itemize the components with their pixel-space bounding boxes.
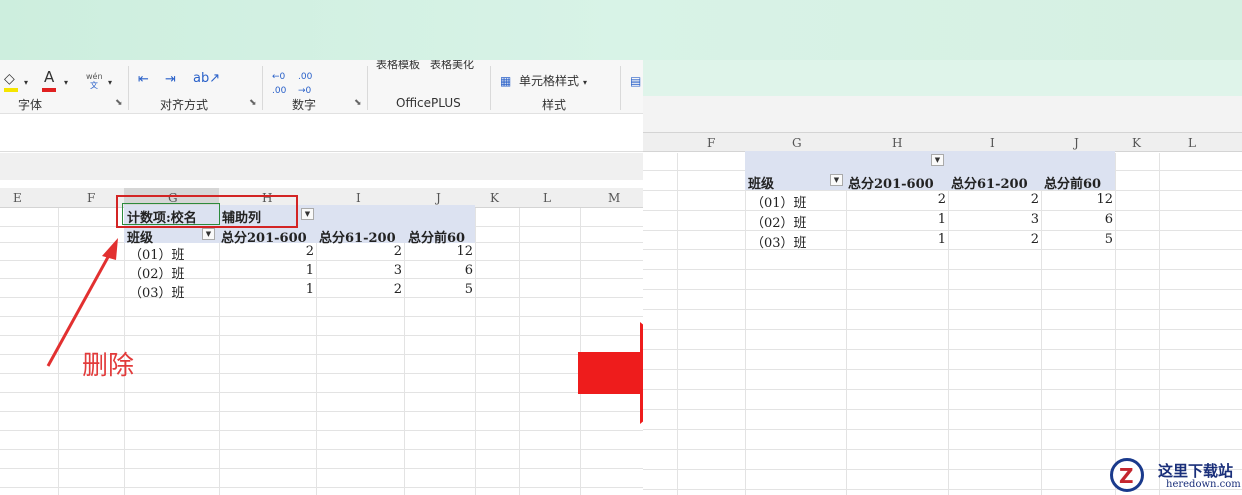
pivot-row-label[interactable]: （01）班 [751, 192, 807, 211]
column-header-i[interactable]: I [990, 136, 995, 150]
pivot-cell[interactable]: 12 [1041, 192, 1113, 207]
column-header-row: F G H I J K L [643, 132, 1242, 152]
pivot-row-label[interactable]: （02）班 [751, 212, 807, 231]
pivot-cell[interactable]: 5 [1041, 232, 1113, 247]
pivot-cell[interactable]: 1 [846, 232, 946, 247]
column-header-g[interactable]: G [792, 136, 802, 150]
column-header-l[interactable]: L [1188, 136, 1196, 150]
toolbar-strip [643, 96, 1242, 132]
site-watermark: Z 这里下载站 heredown.com [1108, 455, 1242, 495]
column-header-h[interactable]: H [892, 136, 902, 150]
watermark-title: 这里下载站 [1158, 462, 1234, 480]
pivot-col-header: 总分61-200 [951, 177, 1028, 192]
pivot-header-band [745, 151, 1115, 171]
delete-annotation: 删除 [82, 351, 135, 381]
pivot-cell[interactable]: 3 [948, 212, 1039, 227]
pivot-cell[interactable]: 6 [1041, 212, 1113, 227]
pivot-col-header: 总分前60 [1044, 177, 1102, 192]
filter-dropdown-icon[interactable]: ▼ [931, 154, 944, 166]
after-screenshot: F G H I J K L ▼ 班级 ▼ 总分201-600 总分61-200 … [643, 96, 1242, 495]
pivot-cell[interactable]: 2 [948, 192, 1039, 207]
pivot-cell[interactable]: 2 [948, 232, 1039, 247]
watermark-subtitle: heredown.com [1166, 479, 1241, 490]
annotation-arrow [46, 238, 118, 367]
top-banner [0, 0, 1242, 60]
column-header-j[interactable]: J [1074, 136, 1079, 150]
pivot-cell[interactable]: 1 [846, 212, 946, 227]
pivot-row-header: 班级 [748, 177, 775, 192]
filter-dropdown-icon[interactable]: ▼ [830, 174, 843, 186]
before-screenshot: ◇ ▾ A ▾ wén 文 ▾ 字体 ⬊ ⇤ ⇥ ab↗ 对齐方式 ⬊ ←0.0… [0, 60, 643, 495]
pivot-cell[interactable]: 2 [846, 192, 946, 207]
site-logo-icon: Z [1110, 458, 1144, 492]
column-header-f[interactable]: F [707, 136, 715, 150]
pivot-row-label[interactable]: （03）班 [751, 232, 807, 251]
pivot-col-header: 总分201-600 [848, 177, 934, 192]
top-banner-right [643, 60, 1242, 96]
column-header-k[interactable]: K [1132, 136, 1141, 150]
